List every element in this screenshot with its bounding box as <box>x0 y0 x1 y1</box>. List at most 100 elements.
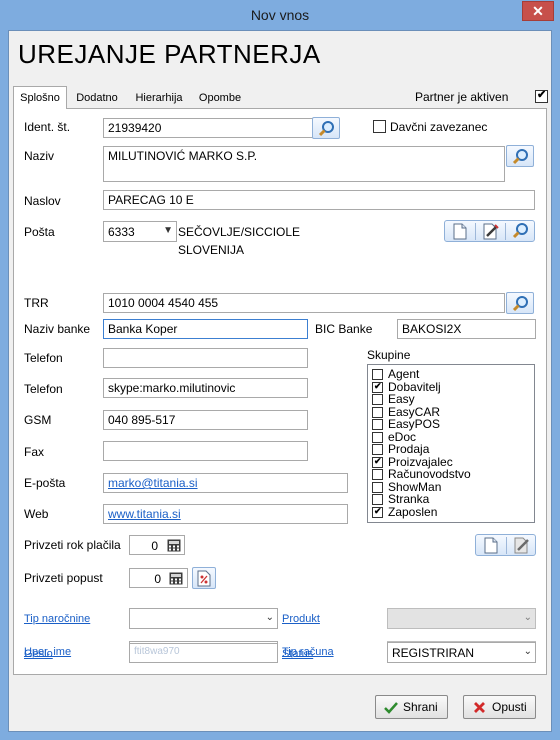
skupina-checkbox[interactable] <box>372 381 383 393</box>
tab-panel-splosno: Ident. št. 21939420 Davčni zavezanec Naz… <box>13 108 547 675</box>
posta-country: SLOVENIJA <box>178 243 245 257</box>
ident-search-button[interactable] <box>312 117 340 139</box>
dialog-client: UREJANJE PARTNERJA Splošno Dodatno Hiera… <box>8 30 552 732</box>
status-select[interactable]: REGISTRIRAN ⌄ <box>387 642 536 663</box>
skupina-checkbox[interactable] <box>372 444 383 455</box>
telefon2-input[interactable]: skype:marko.milutinovic <box>103 378 308 398</box>
save-button[interactable]: Shrani <box>375 695 448 719</box>
popust-value: 0 <box>154 572 161 586</box>
trr-label: TRR <box>24 296 49 310</box>
popust-details-button[interactable] <box>192 567 216 589</box>
window: Nov vnos ✕ UREJANJE PARTNERJA Splošno Do… <box>0 0 560 740</box>
telefon1-label: Telefon <box>24 351 63 365</box>
web-input[interactable]: www.titania.si <box>103 504 348 524</box>
skupina-checkbox[interactable] <box>372 406 383 418</box>
produkt-label[interactable]: Produkt <box>282 613 320 625</box>
gsm-label: GSM <box>24 413 52 427</box>
skupina-checkbox[interactable] <box>372 506 383 518</box>
percent-document-icon <box>197 570 211 587</box>
edit-posta-button[interactable] <box>476 221 505 241</box>
close-button[interactable]: ✕ <box>522 1 554 21</box>
skupine-button-group <box>475 534 536 556</box>
skupina-checkbox[interactable] <box>372 494 383 505</box>
new-posta-button[interactable] <box>445 221 475 241</box>
magnifier-icon <box>512 223 528 239</box>
ident-label: Ident. št. <box>24 120 71 134</box>
tab-opombe[interactable]: Opombe <box>195 89 245 108</box>
eposta-input[interactable]: marko@titania.si <box>103 473 348 493</box>
telefon1-input[interactable] <box>103 348 308 368</box>
magnifier-icon <box>318 121 334 137</box>
new-skupina-button[interactable] <box>476 535 506 555</box>
calculator-icon[interactable] <box>169 572 183 585</box>
tab-dodatno[interactable]: Dodatno <box>71 89 123 108</box>
naziv-input[interactable]: MILUTINOVIĆ MARKO S.P. <box>103 146 505 182</box>
posta-value: 6333 <box>108 225 135 239</box>
new-document-icon <box>453 223 467 240</box>
chevron-down-icon: ⌄ <box>523 612 532 623</box>
checkmark-icon <box>384 702 398 714</box>
skupine-label: Skupine <box>367 348 411 362</box>
web-label: Web <box>24 507 49 521</box>
skupina-checkbox[interactable] <box>372 394 383 405</box>
rok-placila-label: Privzeti rok plačila <box>24 538 121 552</box>
fax-label: Fax <box>24 445 45 459</box>
skupine-list: Agent Dobavitelj Easy EasyCAR EasyPOS eD… <box>367 364 535 523</box>
skupina-checkbox[interactable] <box>372 481 383 493</box>
telefon2-label: Telefon <box>24 382 63 396</box>
title-bar[interactable]: Nov vnos ✕ <box>0 0 560 30</box>
trr-input[interactable]: 1010 0004 4540 455 <box>103 293 505 313</box>
skupina-checkbox[interactable] <box>372 431 383 443</box>
popust-label: Privzeti popust <box>24 571 103 585</box>
naziv-label: Naziv <box>24 149 55 163</box>
naziv-banke-input[interactable]: Banka Koper <box>103 319 308 339</box>
search-posta-button[interactable] <box>506 221 535 241</box>
chevron-down-icon: ⌄ <box>265 612 274 623</box>
produkt-select[interactable]: ⌄ <box>387 608 536 629</box>
magnifier-icon <box>512 149 528 165</box>
magnifier-icon <box>512 296 528 312</box>
posta-select[interactable]: 6333 ▼ <box>103 221 177 242</box>
close-icon: ✕ <box>532 3 544 19</box>
eposta-label: E-pošta <box>24 476 66 490</box>
gsm-input[interactable]: 040 895-517 <box>103 410 308 430</box>
tab-hierarhija[interactable]: Hierarhija <box>129 89 189 108</box>
naziv-search-button[interactable] <box>506 145 534 167</box>
popust-input[interactable]: 0 <box>129 568 188 588</box>
rok-placila-input[interactable]: 0 <box>129 535 185 555</box>
cancel-button[interactable]: Opusti <box>463 695 536 719</box>
edit-icon <box>483 223 499 240</box>
status-label[interactable]: Status <box>282 648 313 660</box>
new-document-icon <box>484 537 498 554</box>
cross-icon <box>474 702 485 713</box>
rok-placila-value: 0 <box>151 539 158 553</box>
skupina-checkbox[interactable] <box>372 456 383 468</box>
geslo-label[interactable]: Geslo <box>24 648 53 660</box>
skupina-checkbox[interactable] <box>372 419 383 430</box>
bic-input[interactable]: BAKOSI2X <box>397 319 536 339</box>
skupina-checkbox[interactable] <box>372 469 383 480</box>
geslo-input[interactable]: ftit8wa970 <box>129 643 278 663</box>
naziv-banke-label: Naziv banke <box>24 322 91 336</box>
tip-narocnine-label[interactable]: Tip naročnine <box>24 613 90 625</box>
skupina-checkbox[interactable] <box>372 369 383 380</box>
trr-search-button[interactable] <box>506 292 534 314</box>
cancel-label: Opusti <box>492 700 527 714</box>
tab-splosno[interactable]: Splošno <box>13 86 67 109</box>
ident-input[interactable]: 21939420 <box>103 118 313 138</box>
partner-active-label: Partner je aktiven <box>415 90 509 104</box>
bic-label: BIC Banke <box>315 322 373 336</box>
partner-active-checkbox[interactable] <box>535 88 548 103</box>
davcni-zavezanec-checkbox[interactable] <box>373 120 386 133</box>
naslov-label: Naslov <box>24 194 61 208</box>
status-value: REGISTRIRAN <box>392 646 475 660</box>
calculator-icon[interactable] <box>167 539 181 552</box>
davcni-zavezanec-label: Davčni zavezanec <box>390 120 488 134</box>
posta-button-group <box>444 220 535 242</box>
edit-icon <box>514 537 529 554</box>
tip-narocnine-select[interactable]: ⌄ <box>129 608 278 629</box>
edit-skupina-button[interactable] <box>507 535 536 555</box>
naslov-input[interactable]: PARECAG 10 E <box>103 190 535 210</box>
fax-input[interactable] <box>103 441 308 461</box>
posta-label: Pošta <box>24 225 55 239</box>
